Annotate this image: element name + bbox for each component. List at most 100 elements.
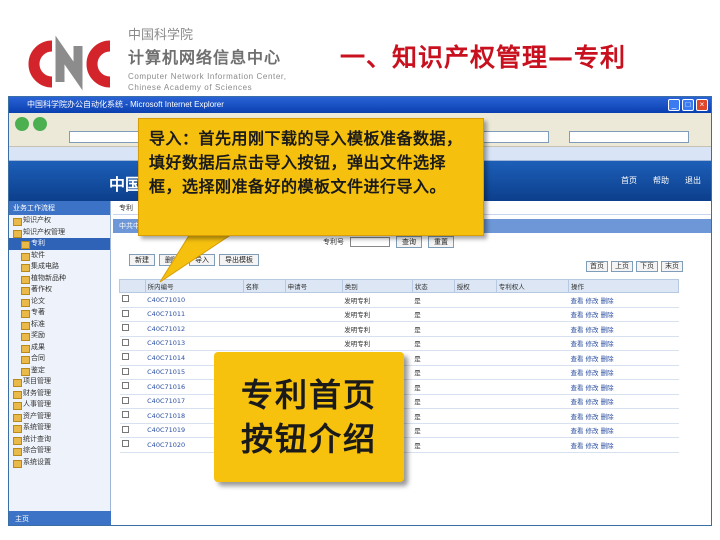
new-button[interactable]: 新建 (129, 254, 155, 266)
last-page-button[interactable]: 末页 (661, 261, 683, 272)
table-cell[interactable]: 查看 修改 删除 (568, 336, 679, 351)
table-cell (454, 307, 497, 322)
nav-item[interactable]: 综合管理 (9, 445, 110, 457)
nav-item[interactable]: 奖励 (9, 330, 110, 342)
maximize-button[interactable]: □ (682, 99, 694, 111)
row-checkbox[interactable] (121, 411, 129, 419)
nav-item[interactable]: 系统管理 (9, 422, 110, 434)
row-checkbox[interactable] (121, 396, 129, 404)
row-checkbox[interactable] (121, 309, 129, 317)
column-header[interactable] (119, 279, 146, 293)
table-cell: 是 (412, 365, 455, 380)
nav-item[interactable]: 专利 (9, 238, 110, 250)
nav-item[interactable]: 合同 (9, 353, 110, 365)
nav-item[interactable]: 财务管理 (9, 388, 110, 400)
table-cell (496, 437, 569, 453)
next-page-button[interactable]: 下页 (636, 261, 658, 272)
table-cell (496, 321, 569, 337)
nav-item[interactable]: 人事管理 (9, 399, 110, 411)
top-link-home[interactable]: 首页 (621, 175, 637, 186)
top-link-logout[interactable]: 退出 (685, 175, 701, 186)
table-row[interactable]: C40C71010 发明专利是 查看 修改 删除 (119, 292, 679, 308)
table-cell[interactable]: 查看 修改 删除 (568, 394, 679, 409)
export-template-button[interactable]: 导出模板 (219, 254, 259, 266)
row-checkbox-cell[interactable] (119, 365, 146, 380)
nav-item[interactable]: 项目管理 (9, 376, 110, 388)
row-checkbox-cell[interactable] (119, 292, 146, 308)
nav-item[interactable]: 论文 (9, 296, 110, 308)
table-cell[interactable]: 查看 修改 删除 (568, 307, 679, 322)
table-cell: 是 (412, 307, 455, 322)
nav-item[interactable]: 成果 (9, 342, 110, 354)
column-header[interactable]: 专利权人 (495, 279, 569, 293)
search-input[interactable] (350, 237, 390, 247)
import-button[interactable]: 导入 (189, 254, 215, 266)
forward-icon[interactable] (33, 117, 47, 131)
table-cell (243, 307, 286, 322)
table-cell[interactable]: 查看 修改 删除 (568, 437, 679, 453)
column-header[interactable]: 名称 (242, 279, 286, 293)
row-checkbox-cell[interactable] (119, 336, 146, 351)
table-cell[interactable]: 查看 修改 删除 (568, 350, 679, 366)
nav-item[interactable]: 专著 (9, 307, 110, 319)
nav-item[interactable]: 著作权 (9, 284, 110, 296)
column-header[interactable]: 授权 (453, 279, 497, 293)
left-nav-footer[interactable]: 主页 (9, 511, 111, 525)
row-checkbox-cell[interactable] (119, 394, 146, 409)
prev-page-button[interactable]: 上页 (611, 261, 633, 272)
table-cell (454, 292, 497, 308)
browser-search-box[interactable] (569, 131, 689, 143)
nav-item[interactable]: 标准 (9, 319, 110, 331)
row-checkbox[interactable] (121, 425, 129, 433)
nav-item[interactable]: 集成电路 (9, 261, 110, 273)
column-header[interactable]: 操作 (567, 279, 680, 293)
nav-item[interactable]: 鉴定 (9, 365, 110, 377)
nav-item[interactable]: 系统设置 (9, 457, 110, 469)
row-checkbox[interactable] (121, 367, 129, 375)
table-cell (496, 350, 569, 366)
nav-item[interactable]: 统计查询 (9, 434, 110, 446)
column-header[interactable]: 申请号 (284, 279, 343, 293)
table-row[interactable]: C40C71011 发明专利是 查看 修改 删除 (119, 307, 679, 322)
row-checkbox-cell[interactable] (119, 321, 146, 337)
column-header[interactable]: 状态 (411, 279, 455, 293)
row-checkbox-cell[interactable] (119, 423, 146, 438)
table-cell[interactable]: 查看 修改 删除 (568, 365, 679, 380)
table-row[interactable]: C40C71012 发明专利是 查看 修改 删除 (119, 321, 679, 337)
nav-item[interactable]: 知识产权管理 (9, 227, 110, 239)
table-cell (454, 423, 497, 438)
close-button[interactable]: × (696, 99, 708, 111)
table-cell: 是 (412, 408, 455, 424)
table-cell[interactable]: 查看 修改 删除 (568, 423, 679, 438)
table-cell[interactable]: 查看 修改 删除 (568, 292, 679, 308)
table-cell[interactable]: 查看 修改 删除 (568, 379, 679, 395)
table-row[interactable]: C40C71013 发明专利是 查看 修改 删除 (119, 336, 679, 351)
row-checkbox-cell[interactable] (119, 379, 146, 395)
column-header[interactable]: 类别 (341, 279, 413, 293)
nav-item[interactable]: 知识产权 (9, 215, 110, 227)
query-button[interactable]: 查询 (396, 236, 422, 248)
back-icon[interactable] (15, 117, 29, 131)
row-checkbox-cell[interactable] (119, 307, 146, 322)
column-header[interactable]: 所内编号 (144, 279, 244, 293)
first-page-button[interactable]: 首页 (586, 261, 608, 272)
row-checkbox[interactable] (121, 338, 129, 346)
nav-item[interactable]: 植物新品种 (9, 273, 110, 285)
reset-button[interactable]: 重置 (428, 236, 454, 248)
row-checkbox-cell[interactable] (119, 408, 146, 424)
delete-button[interactable]: 删除 (159, 254, 185, 266)
nav-item[interactable]: 软件 (9, 250, 110, 262)
top-link-help[interactable]: 帮助 (653, 175, 669, 186)
row-checkbox[interactable] (121, 440, 129, 448)
minimize-button[interactable]: _ (668, 99, 680, 111)
table-cell (496, 408, 569, 424)
table-cell[interactable]: 查看 修改 删除 (568, 321, 679, 337)
row-checkbox[interactable] (121, 353, 129, 361)
table-cell[interactable]: 查看 修改 删除 (568, 408, 679, 424)
row-checkbox-cell[interactable] (119, 350, 146, 366)
row-checkbox[interactable] (121, 324, 129, 332)
row-checkbox-cell[interactable] (119, 437, 146, 453)
row-checkbox[interactable] (121, 382, 129, 390)
nav-item[interactable]: 资产管理 (9, 411, 110, 423)
row-checkbox[interactable] (121, 295, 129, 303)
